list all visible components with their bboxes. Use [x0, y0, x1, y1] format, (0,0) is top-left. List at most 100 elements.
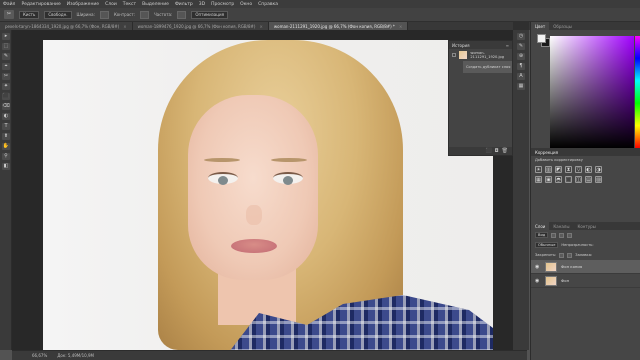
tab-channels[interactable]: Каналы	[549, 222, 573, 230]
hand-tool-icon[interactable]: ✋	[2, 143, 10, 150]
quick-mask-icon[interactable]: ◧	[2, 163, 10, 170]
visibility-eye-icon[interactable]: ◉	[535, 278, 541, 284]
eraser-tool-icon[interactable]: ⌫	[2, 103, 10, 110]
type-tool-icon[interactable]: T	[2, 123, 10, 130]
mode-select[interactable]: Кисть	[19, 10, 40, 19]
menu-3d[interactable]: 3D	[199, 2, 205, 7]
filter-type-icon[interactable]	[567, 232, 573, 238]
color-panel-tabs: Цвет Образцы	[531, 22, 640, 30]
hue-slider[interactable]	[635, 36, 640, 148]
tab-layers[interactable]: Слои	[531, 222, 550, 230]
invert-icon[interactable]: ◫	[575, 176, 582, 183]
contrast-input[interactable]	[140, 10, 150, 19]
lock-position-icon[interactable]	[567, 252, 573, 258]
brightness-icon[interactable]: ☀	[535, 166, 542, 173]
tab-doc-1[interactable]: pexels-taryn-1864334_1920.jpg @ 66,7% (Ф…	[0, 22, 133, 30]
trash-icon[interactable]: 🗑	[502, 148, 508, 154]
snapshot-thumbnail	[458, 51, 468, 59]
layer-name: Фон копия	[561, 264, 583, 269]
blend-mode-select[interactable]: Обычные	[535, 242, 559, 248]
history-icon[interactable]: ◷	[517, 33, 525, 40]
panel-menu-icon[interactable]: ≡	[506, 43, 509, 48]
zoom-level[interactable]: 66,67%	[32, 353, 47, 358]
zoom-tool-icon[interactable]: ⚲	[2, 153, 10, 160]
clone-source-icon[interactable]: ⊕	[517, 53, 525, 60]
filter-adjust-icon[interactable]	[559, 232, 565, 238]
optimize-button[interactable]: Оптимизация	[191, 10, 228, 19]
panel-dock-strip: ◷ ✎ ⊕ ¶ A ▦	[513, 30, 529, 350]
paragraph-icon[interactable]: ¶	[517, 63, 525, 70]
history-snapshot[interactable]: woman-2111291_1920.jpg	[449, 49, 512, 61]
layer-row[interactable]: ◉ Фон	[531, 274, 640, 288]
panel-collapse-strip[interactable]	[513, 22, 529, 30]
history-step[interactable]: Создать дубликат слоя	[463, 61, 512, 73]
vibrance-icon[interactable]: ▽	[575, 166, 582, 173]
current-tool-icon[interactable]: ✂	[4, 10, 14, 19]
menu-image[interactable]: Изображение	[67, 2, 99, 7]
menu-select[interactable]: Выделение	[142, 2, 169, 7]
black-white-icon[interactable]: ▦	[535, 176, 542, 183]
layer-kind-select[interactable]: Вид	[535, 232, 549, 238]
history-source-checkbox[interactable]	[452, 53, 456, 57]
close-icon[interactable]: ×	[259, 24, 262, 29]
foreground-color-swatch[interactable]	[537, 34, 546, 43]
crop-tool-icon[interactable]: ✂	[2, 73, 10, 80]
tab-paths[interactable]: Контуры	[573, 222, 599, 230]
mode2-select[interactable]: Свободн.	[44, 10, 72, 19]
image-canvas[interactable]	[43, 40, 493, 350]
hue-saturation-icon[interactable]: ◐	[585, 166, 592, 173]
menu-file[interactable]: Файл	[3, 2, 15, 7]
levels-icon[interactable]: ▥	[545, 166, 552, 173]
brush-tool-icon[interactable]: ⬛	[2, 93, 10, 100]
layer-name: Фон	[561, 278, 570, 283]
channel-mixer-icon[interactable]: ◓	[555, 176, 562, 183]
color-lookup-icon[interactable]: ⬚	[565, 176, 572, 183]
healing-tool-icon[interactable]: ✦	[2, 83, 10, 90]
photo-filter-icon[interactable]: ▣	[545, 176, 552, 183]
brush-settings-icon[interactable]: ✎	[517, 43, 525, 50]
menu-layers[interactable]: Слои	[105, 2, 117, 7]
adjustment-icons: ☀ ▥ ◩ ⧗ ▽ ◐ ◑ ▦ ▣ ◓ ⬚ ◫ ▤ ▨	[531, 164, 611, 185]
exposure-icon[interactable]: ⧗	[565, 166, 572, 173]
menu-type[interactable]: Текст	[123, 2, 136, 7]
layers-panel-tabs: Слои Каналы Контуры	[531, 222, 640, 230]
gradient-map-icon[interactable]: ▨	[595, 176, 602, 183]
close-icon[interactable]: ×	[399, 24, 402, 29]
menu-view[interactable]: Просмотр	[211, 2, 234, 7]
options-bar: ✂ Кисть Свободн. Ширина: Контраст: Часто…	[0, 8, 640, 22]
new-document-icon[interactable]: ⬛	[485, 148, 491, 154]
curves-icon[interactable]: ◩	[555, 166, 562, 173]
visibility-eye-icon[interactable]: ◉	[535, 264, 541, 270]
menu-window[interactable]: Окно	[240, 2, 252, 7]
menu-help[interactable]: Справка	[258, 2, 278, 7]
dodge-tool-icon[interactable]: ◐	[2, 113, 10, 120]
lasso-tool-icon[interactable]: ✎	[2, 53, 10, 60]
properties-icon[interactable]: ▦	[517, 83, 525, 90]
width-input[interactable]	[99, 10, 109, 19]
character-icon[interactable]: A	[517, 73, 525, 80]
frequency-input[interactable]	[177, 10, 187, 19]
menu-edit[interactable]: Редактирование	[21, 2, 60, 7]
color-field[interactable]	[550, 36, 634, 148]
tab-doc-3[interactable]: woman-2111291_1920.jpg @ 66,7% (Фон копи…	[268, 22, 409, 30]
lock-pixels-icon[interactable]	[559, 252, 565, 258]
color-balance-icon[interactable]: ◑	[595, 166, 602, 173]
filter-pixel-icon[interactable]	[551, 232, 557, 238]
quick-select-tool-icon[interactable]: ⌖	[2, 63, 10, 70]
frequency-label: Частота:	[154, 12, 173, 17]
tab-swatches[interactable]: Образцы	[549, 22, 576, 30]
close-icon[interactable]: ×	[123, 24, 126, 29]
new-snapshot-icon[interactable]: ◘	[495, 148, 499, 154]
layer-thumbnail	[545, 261, 557, 272]
blend-row: Обычные Непрозрачность:	[531, 240, 640, 250]
marquee-tool-icon[interactable]: ⬚	[2, 43, 10, 50]
tab-color[interactable]: Цвет	[531, 22, 550, 30]
posterize-icon[interactable]: ▤	[585, 176, 592, 183]
move-tool-icon[interactable]: ▸	[2, 33, 10, 40]
tab-doc-2[interactable]: woman-1899476_1920.jpg @ 66,7% (Фон копи…	[132, 22, 269, 30]
layer-row[interactable]: ◉ Фон копия	[531, 260, 640, 274]
menu-filter[interactable]: Фильтр	[175, 2, 193, 7]
menu-bar: Файл Редактирование Изображение Слои Тек…	[0, 0, 640, 8]
color-panel	[531, 30, 640, 148]
path-select-tool-icon[interactable]: ⬆	[2, 133, 10, 140]
